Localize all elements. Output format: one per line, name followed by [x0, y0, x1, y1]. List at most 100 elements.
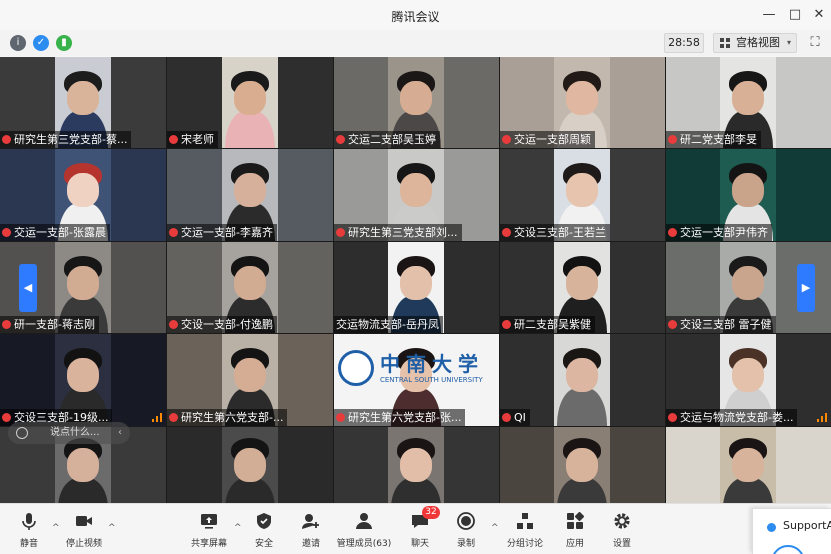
- participant-tile[interactable]: 研究生第三党支部刘...: [334, 149, 499, 241]
- participant-video: [222, 427, 278, 503]
- participant-tile[interactable]: 研究生第三党支部-蔡...: [0, 57, 166, 148]
- participant-name: 交设三支部-王若兰: [500, 224, 610, 241]
- muted-mic-icon: [2, 413, 11, 422]
- invite-label: 邀请: [301, 539, 320, 549]
- participant-name: 交运一支部-李嘉齐: [167, 224, 277, 241]
- microphone-icon: [22, 513, 36, 530]
- video-options-chevron[interactable]: ^: [108, 523, 116, 533]
- muted-mic-icon: [336, 413, 345, 422]
- meeting-window: 腾讯会议 — □ ✕ i ✓ ▮ 28:58 宫格视图 ▾ ⛶ 研究生第三党支部…: [0, 0, 831, 554]
- collapse-chat-icon[interactable]: ‹: [118, 422, 122, 444]
- participant-name: QI: [500, 409, 530, 426]
- participant-name: 交运一支部周颖: [500, 131, 595, 148]
- record-button[interactable]: 录制: [438, 508, 494, 552]
- muted-mic-icon: [502, 135, 511, 144]
- participant-video: [222, 57, 278, 148]
- previous-page-button[interactable]: ◀: [19, 264, 37, 312]
- participant-tile[interactable]: 研究生第六党支部-...: [167, 334, 333, 426]
- muted-mic-icon: [336, 135, 345, 144]
- quick-chat-input[interactable]: 说点什么... ‹: [8, 422, 130, 444]
- participant-name: 交运物流支部-岳丹凤: [334, 316, 443, 333]
- participant-tile[interactable]: [500, 427, 665, 503]
- signal-icon[interactable]: ▮: [56, 35, 72, 51]
- manage-members-button[interactable]: 管理成员(63): [336, 508, 392, 552]
- minimize-button[interactable]: —: [760, 6, 778, 24]
- participant-name-text: 交运一支部-李嘉齐: [181, 226, 273, 239]
- shield-icon[interactable]: ✓: [33, 35, 49, 51]
- title-bar: 腾讯会议 — □ ✕: [0, 0, 831, 30]
- participant-tile[interactable]: 中南大学 CENTRAL SOUTH UNIVERSITY 研究生第六党支部-张..…: [334, 334, 499, 426]
- participant-name: 交运一支部尹伟齐: [666, 224, 772, 241]
- close-button[interactable]: ✕: [810, 6, 828, 24]
- participant-tile[interactable]: 交运一支部-李嘉齐: [167, 149, 333, 241]
- participant-name-text: 研究生第六党支部-张...: [348, 411, 462, 424]
- next-page-button[interactable]: ▶: [797, 264, 815, 312]
- participant-tile[interactable]: 交运一支部-张露晨: [0, 149, 166, 241]
- support-popup[interactable]: SupportA: [752, 508, 831, 554]
- grid-view-icon: [720, 38, 730, 48]
- participant-tile[interactable]: 交运一支部周颖: [500, 57, 665, 148]
- chat-bubble-icon: [16, 427, 28, 439]
- meeting-info-bar: i ✓ ▮ 28:58 宫格视图 ▾ ⛶: [0, 30, 831, 56]
- stop-video-button[interactable]: 停止视频: [56, 508, 112, 552]
- info-icon[interactable]: i: [10, 35, 26, 51]
- participant-video: [554, 334, 610, 426]
- members-icon: [356, 513, 372, 529]
- view-mode-selector[interactable]: 宫格视图 ▾: [713, 33, 797, 53]
- participant-tile[interactable]: [666, 427, 831, 503]
- muted-mic-icon: [2, 228, 11, 237]
- participant-video: [720, 427, 776, 503]
- muted-mic-icon: [169, 413, 178, 422]
- muted-mic-icon: [502, 228, 511, 237]
- participant-tile[interactable]: QI: [500, 334, 665, 426]
- breakout-icon: [517, 513, 533, 529]
- fullscreen-icon[interactable]: ⛶: [807, 35, 823, 51]
- mute-button[interactable]: 静音: [1, 508, 57, 552]
- participant-tile[interactable]: 研二支部吴紫健: [500, 242, 665, 333]
- share-screen-icon: [201, 514, 217, 529]
- muted-mic-icon: [169, 228, 178, 237]
- maximize-button[interactable]: □: [786, 6, 804, 24]
- participant-tile[interactable]: 交运物流支部-岳丹凤: [334, 242, 499, 333]
- participant-name: 交运与物流党支部-娄...: [666, 409, 798, 426]
- invite-button[interactable]: 邀请: [283, 508, 339, 552]
- participant-tile[interactable]: 交设一支部-付逸鹏: [167, 242, 333, 333]
- participant-tile[interactable]: [167, 427, 333, 503]
- participant-name: 交运二支部吴玉婷: [334, 131, 440, 148]
- participant-name-text: 交运一支部周颖: [514, 133, 591, 146]
- participant-name-text: 研二党支部李旻: [680, 133, 757, 146]
- muted-mic-icon: [336, 228, 345, 237]
- meeting-toolbar: 静音 ^ 停止视频 ^ 共享屏幕 ^ 安全 邀请 管理成员(63) 32 聊天 …: [0, 503, 831, 554]
- record-icon: [457, 512, 475, 530]
- participant-tile[interactable]: 交运与物流党支部-娄...: [666, 334, 831, 426]
- participant-name: 研二党支部李旻: [666, 131, 761, 148]
- share-screen-label: 共享屏幕: [190, 539, 227, 549]
- participant-tile[interactable]: 研二党支部李旻: [666, 57, 831, 148]
- participant-tile[interactable]: 交设三支部-19级...: [0, 334, 166, 426]
- support-label: SupportA: [783, 519, 831, 532]
- breakout-rooms-label: 分组讨论: [506, 539, 543, 549]
- chevron-down-icon: ▾: [786, 38, 791, 47]
- participant-name: 交设三支部 雷子健: [666, 316, 776, 333]
- participant-tile[interactable]: 宋老师: [167, 57, 333, 148]
- participant-tile[interactable]: 交设三支部-王若兰: [500, 149, 665, 241]
- muted-mic-icon: [668, 413, 677, 422]
- participant-name-text: QI: [514, 411, 526, 424]
- participant-name-text: 交设三支部 雷子健: [680, 318, 772, 331]
- support-icon: [767, 523, 776, 532]
- university-logo: 中南大学 CENTRAL SOUTH UNIVERSITY: [334, 344, 499, 394]
- breakout-rooms-button[interactable]: 分组讨论: [497, 508, 553, 552]
- participant-tile[interactable]: [334, 427, 499, 503]
- participant-name: 研二支部吴紫健: [500, 316, 595, 333]
- participant-name-text: 交运一支部尹伟齐: [680, 226, 768, 239]
- participant-name-text: 研究生第三党支部刘...: [348, 226, 458, 239]
- participant-tile[interactable]: 交运二支部吴玉婷: [334, 57, 499, 148]
- muted-mic-icon: [668, 320, 677, 329]
- participant-tile[interactable]: 交运一支部尹伟齐: [666, 149, 831, 241]
- participant-name-text: 交设一支部-付逸鹏: [181, 318, 273, 331]
- muted-mic-icon: [2, 135, 11, 144]
- window-title: 腾讯会议: [391, 10, 440, 24]
- share-screen-button[interactable]: 共享屏幕: [181, 508, 237, 552]
- participant-name-text: 交运二支部吴玉婷: [348, 133, 436, 146]
- settings-button[interactable]: 设置: [594, 508, 650, 552]
